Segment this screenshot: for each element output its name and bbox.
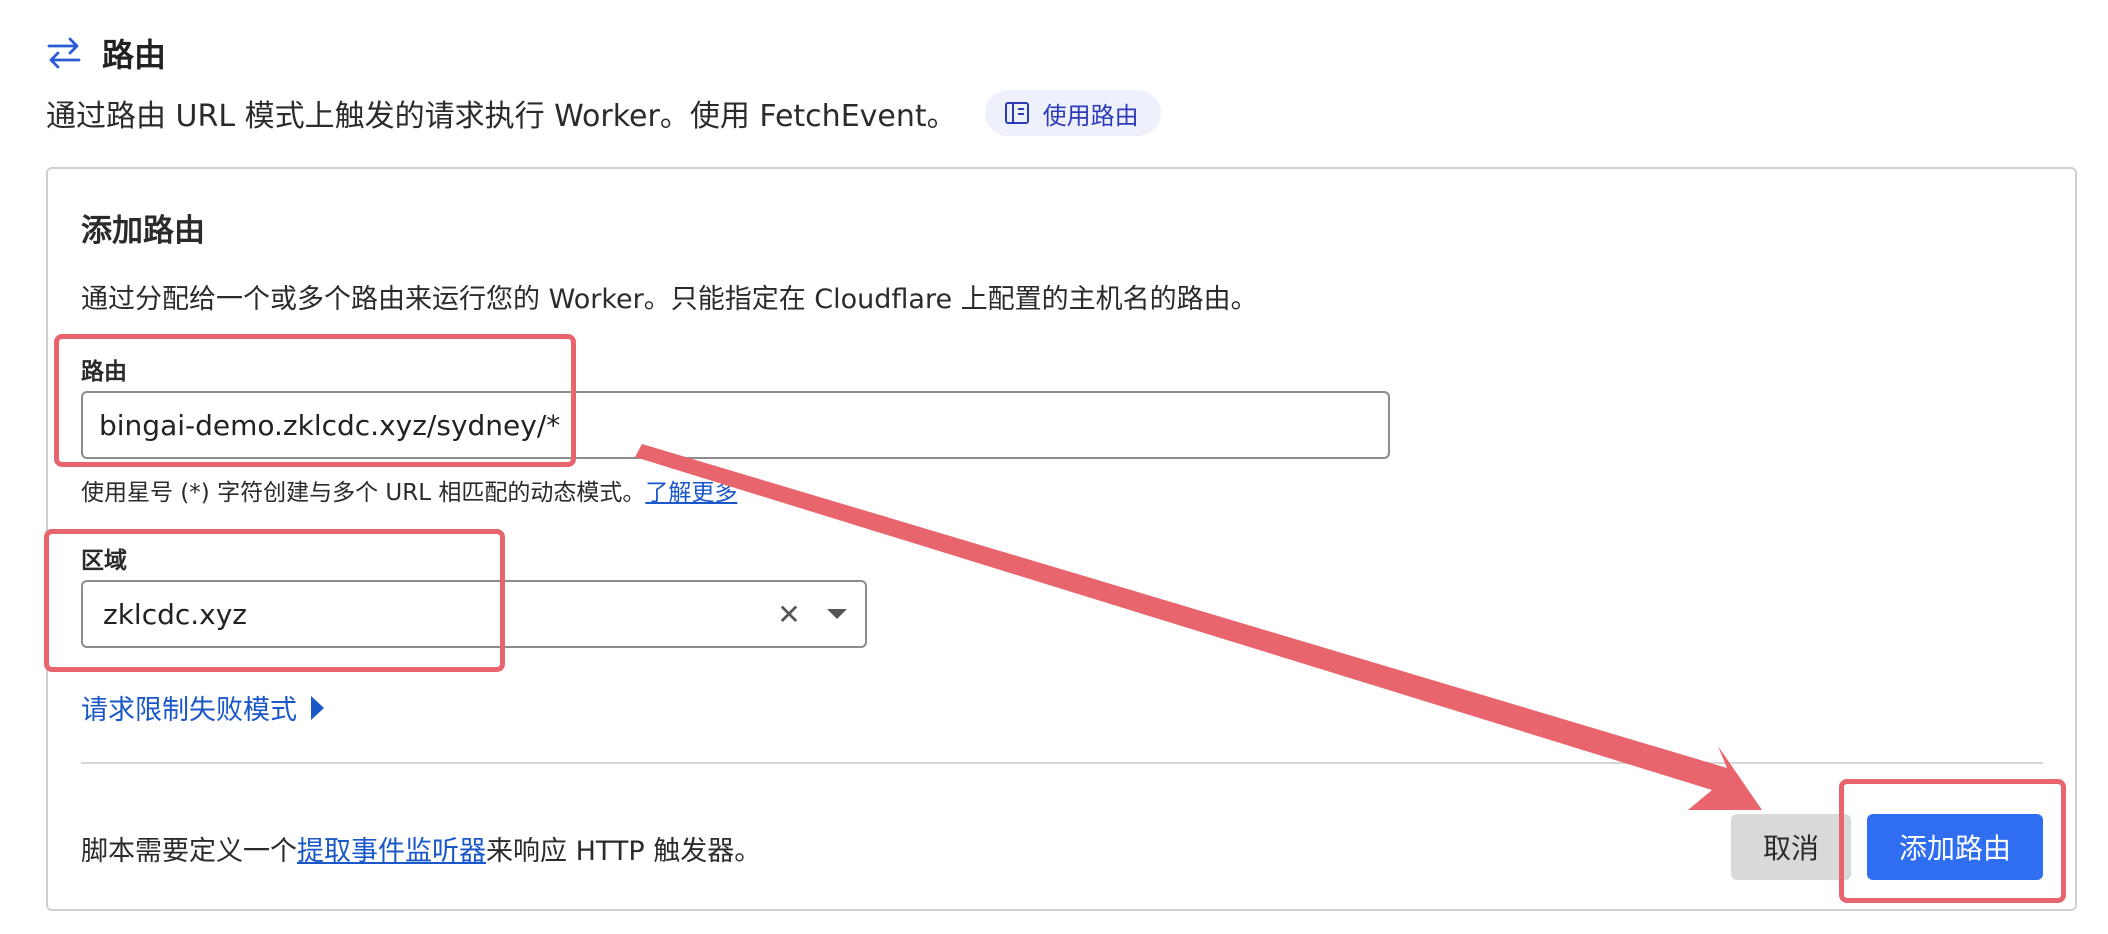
footer-note: 脚本需要定义一个提取事件监听器来响应 HTTP 触发器。: [81, 829, 761, 868]
route-help-description: 使用星号 (*) 字符创建与多个 URL 相匹配的动态模式。: [81, 480, 646, 506]
route-help-text: 使用星号 (*) 字符创建与多个 URL 相匹配的动态模式。了解更多: [81, 473, 737, 507]
zone-selected-value: zklcdc.xyz: [103, 597, 247, 631]
docs-link-button[interactable]: 使用路由: [984, 90, 1161, 136]
swap-arrows-icon: [47, 37, 81, 69]
fail-mode-toggle[interactable]: 请求限制失败模式: [81, 688, 324, 727]
caret-down-icon[interactable]: [809, 582, 865, 646]
fetch-event-listener-link[interactable]: 提取事件监听器: [297, 836, 486, 867]
footer-note-prefix: 脚本需要定义一个: [81, 836, 297, 867]
card-title: 添加路由: [81, 213, 205, 249]
book-icon: [1004, 102, 1029, 124]
add-route-card: 添加路由 通过分配给一个或多个路由来运行您的 Worker。只能指定在 Clou…: [46, 167, 2077, 911]
card-description: 通过分配给一个或多个路由来运行您的 Worker。只能指定在 Cloudflar…: [81, 284, 1258, 315]
fail-mode-label: 请求限制失败模式: [81, 695, 297, 726]
divider: [81, 762, 2043, 764]
section-header: 路由: [46, 30, 166, 76]
section-description-row: 通过路由 URL 模式上触发的请求执行 Worker。使用 FetchEvent…: [46, 90, 1161, 136]
page: 路由 通过路由 URL 模式上触发的请求执行 Worker。使用 FetchEv…: [0, 0, 2108, 934]
caret-right-icon: [311, 695, 324, 720]
add-route-button[interactable]: 添加路由: [1867, 814, 2043, 880]
close-icon[interactable]: ✕: [769, 594, 809, 634]
cancel-button[interactable]: 取消: [1731, 814, 1851, 880]
section-description: 通过路由 URL 模式上触发的请求执行 Worker。使用 FetchEvent…: [46, 99, 957, 134]
footer-note-suffix: 来响应 HTTP 触发器。: [486, 836, 762, 867]
zone-field-label: 区域: [81, 548, 127, 574]
route-input[interactable]: [81, 391, 1390, 459]
learn-more-link[interactable]: 了解更多: [645, 480, 737, 506]
zone-select[interactable]: zklcdc.xyz ✕: [81, 580, 867, 648]
section-title: 路由: [102, 36, 167, 74]
docs-link-label: 使用路由: [1042, 101, 1139, 130]
route-field-label: 路由: [81, 359, 127, 385]
